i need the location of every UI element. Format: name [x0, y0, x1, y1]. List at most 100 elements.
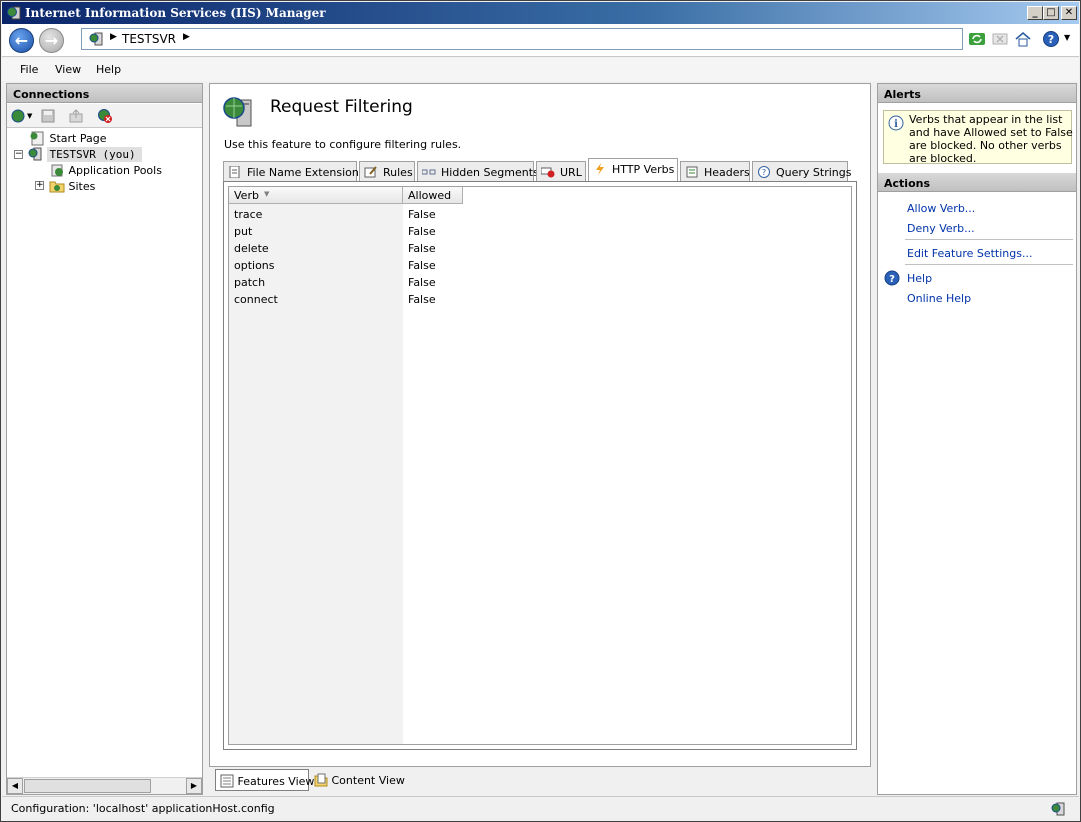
- help-dropdown-icon[interactable]: ▼: [1064, 33, 1070, 42]
- tab-url[interactable]: URL: [536, 161, 586, 182]
- tab-headers[interactable]: Headers: [680, 161, 750, 182]
- menu-view[interactable]: View: [55, 63, 81, 76]
- breadcrumb-testsvr[interactable]: TESTSVR: [122, 32, 176, 46]
- back-button[interactable]: ←: [9, 28, 34, 53]
- actions-pane: Alerts i Verbs that appear in the list a…: [877, 83, 1077, 795]
- actions-divider: [905, 239, 1073, 240]
- tree-label: Start Page: [49, 132, 107, 145]
- headers-icon: [686, 166, 698, 178]
- menu-help[interactable]: Help: [96, 63, 121, 76]
- actions-header: Actions: [878, 173, 1076, 192]
- address-toolbar: ← → ▶ TESTSVR ▶ ? ▼: [2, 24, 1079, 57]
- lightning-icon: [596, 163, 604, 175]
- server-icon: [28, 147, 42, 161]
- tree-item-sites[interactable]: Sites: [49, 178, 95, 194]
- file-icon: [229, 166, 240, 178]
- svg-text:?: ?: [889, 274, 895, 285]
- tree-label: TESTSVR (you): [46, 147, 142, 162]
- minimize-button[interactable]: _: [1027, 6, 1043, 20]
- page-title: Request Filtering: [270, 97, 413, 117]
- disconnect-icon[interactable]: [97, 108, 113, 124]
- refresh-icon[interactable]: [968, 30, 986, 48]
- close-button[interactable]: ✕: [1061, 6, 1077, 20]
- menu-file[interactable]: File: [20, 63, 38, 76]
- actions-divider: [905, 264, 1073, 265]
- deny-verb-link[interactable]: Deny Verb...: [907, 222, 975, 235]
- iis-manager-window: Internet Information Services (IIS) Mana…: [0, 0, 1081, 822]
- svg-text:?: ?: [1048, 33, 1054, 46]
- verbs-grid: Verb ▼ Allowed trace False put False del…: [223, 181, 857, 750]
- column-header-verb[interactable]: Verb ▼: [229, 187, 403, 204]
- connections-toolbar: ▼: [7, 104, 202, 128]
- filter-tabs: File Name Extensions Rules Hidden Segmen…: [223, 158, 857, 182]
- expand-icon[interactable]: +: [35, 181, 44, 190]
- connect-dropdown-icon[interactable]: ▼: [27, 112, 32, 120]
- address-bar[interactable]: ▶ TESTSVR ▶: [81, 28, 963, 50]
- tab-http-verbs[interactable]: HTTP Verbs: [588, 158, 678, 182]
- verbs-list[interactable]: Verb ▼ Allowed trace False put False del…: [228, 186, 852, 745]
- horizontal-scrollbar[interactable]: ◀ ▶: [7, 777, 202, 794]
- status-bar: Configuration: 'localhost' applicationHo…: [2, 796, 1079, 821]
- feature-workspace: Request Filtering Use this feature to co…: [209, 83, 871, 767]
- online-help-link[interactable]: Online Help: [907, 292, 971, 305]
- save-icon[interactable]: [40, 108, 56, 124]
- home-icon[interactable]: [1014, 30, 1032, 48]
- connect-icon[interactable]: [10, 108, 26, 124]
- tree-label: Application Pools: [68, 164, 162, 177]
- forward-button[interactable]: →: [39, 28, 64, 53]
- maximize-button[interactable]: □: [1043, 6, 1059, 20]
- forward-arrow-icon: →: [44, 31, 59, 50]
- tab-hidden-segments[interactable]: Hidden Segments: [417, 161, 539, 182]
- scroll-left-icon[interactable]: ◀: [7, 778, 23, 794]
- edit-feature-settings-link[interactable]: Edit Feature Settings...: [907, 247, 1032, 260]
- sites-folder-icon: [49, 181, 65, 193]
- window-title: Internet Information Services (IIS) Mana…: [25, 6, 326, 20]
- help-link[interactable]: Help: [907, 272, 932, 285]
- allowed-cell[interactable]: False: [408, 225, 436, 238]
- connections-header: Connections: [7, 84, 202, 103]
- allowed-cell[interactable]: False: [408, 208, 436, 221]
- allowed-cell[interactable]: False: [408, 276, 436, 289]
- features-view-icon: [220, 774, 234, 788]
- start-page-icon: [30, 131, 44, 146]
- verb-cell[interactable]: connect: [234, 293, 278, 306]
- iis-app-icon: [7, 6, 21, 20]
- features-view-tab[interactable]: Features View: [215, 769, 314, 791]
- sort-arrow-icon: ▼: [264, 190, 270, 198]
- collapse-icon[interactable]: −: [14, 150, 23, 159]
- tree-item-application-pools[interactable]: Application Pools: [49, 162, 162, 178]
- stop-icon[interactable]: [991, 30, 1009, 48]
- verb-cell[interactable]: trace: [234, 208, 262, 221]
- help-icon[interactable]: ?: [1042, 30, 1060, 48]
- hidden-segments-icon: [422, 169, 436, 175]
- verb-cell[interactable]: options: [234, 259, 275, 272]
- allow-verb-link[interactable]: Allow Verb...: [907, 202, 975, 215]
- scroll-thumb[interactable]: [24, 779, 151, 793]
- feature-description: Use this feature to configure filtering …: [224, 138, 462, 151]
- up-level-icon[interactable]: [68, 108, 84, 124]
- server-status-icon: [1051, 802, 1065, 816]
- verb-cell[interactable]: delete: [234, 242, 269, 255]
- question-icon: ?: [758, 166, 770, 178]
- scroll-right-icon[interactable]: ▶: [186, 778, 202, 794]
- tree-item-start-page[interactable]: Start Page: [29, 130, 107, 146]
- tree-item-testsvr[interactable]: TESTSVR (you): [27, 146, 142, 162]
- verb-cell[interactable]: patch: [234, 276, 265, 289]
- allowed-cell[interactable]: False: [408, 259, 436, 272]
- tab-rules[interactable]: Rules: [359, 161, 415, 182]
- tree-label: Sites: [68, 180, 96, 193]
- info-icon: i: [888, 115, 904, 131]
- breadcrumb-separator-icon[interactable]: ▶: [183, 32, 190, 42]
- title-bar: Internet Information Services (IIS) Mana…: [2, 2, 1079, 24]
- help-icon: ?: [884, 270, 900, 286]
- tab-query-strings[interactable]: ? Query Strings: [752, 161, 852, 182]
- svg-text:i: i: [894, 119, 898, 130]
- breadcrumb-separator-icon[interactable]: ▶: [110, 32, 117, 42]
- allowed-cell[interactable]: False: [408, 293, 436, 306]
- verb-cell[interactable]: put: [234, 225, 252, 238]
- menu-bar: File View Help: [2, 58, 1079, 81]
- tab-file-name-extensions[interactable]: File Name Extensions: [223, 161, 365, 182]
- allowed-cell[interactable]: False: [408, 242, 436, 255]
- column-header-allowed[interactable]: Allowed: [403, 187, 463, 204]
- content-view-tab[interactable]: Content View: [310, 769, 405, 791]
